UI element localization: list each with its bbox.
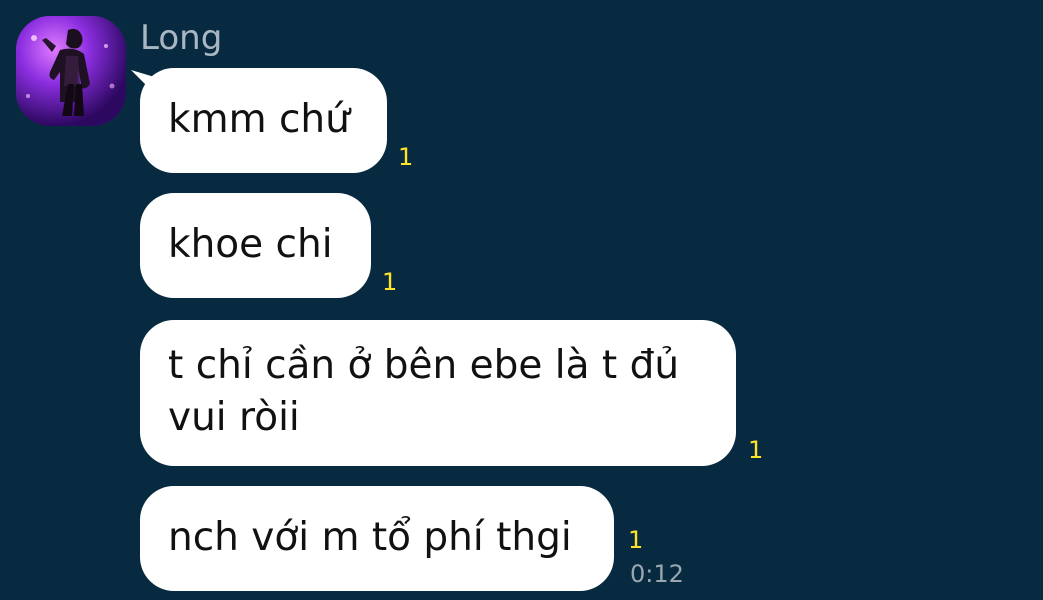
avatar-image — [16, 16, 126, 126]
unread-count: 1 — [748, 436, 764, 464]
sender-avatar[interactable] — [16, 16, 126, 126]
unread-count: 1 — [398, 143, 414, 171]
unread-count: 1 — [382, 268, 398, 296]
message-bubble[interactable]: khoe chi — [140, 193, 371, 298]
message-bubble[interactable]: nch với m tổ phí thgi — [140, 486, 614, 591]
message-bubble[interactable]: t chỉ cần ở bên ebe là t đủ vui ròii — [140, 320, 736, 466]
message-text: khoe chi — [168, 222, 333, 267]
message-bubble[interactable]: kmm chứ — [140, 68, 387, 173]
sender-name: Long — [140, 18, 223, 58]
chat-screen: Long kmm chứ 1 khoe chi 1 t chỉ cần ở bê… — [0, 0, 1043, 600]
message-text: kmm chứ — [168, 97, 350, 142]
message-text: t chỉ cần ở bên ebe là t đủ vui ròii — [168, 343, 680, 440]
message-text: nch với m tổ phí thgi — [168, 515, 572, 560]
unread-count: 1 — [628, 526, 644, 554]
message-timestamp: 0:12 — [630, 560, 684, 588]
